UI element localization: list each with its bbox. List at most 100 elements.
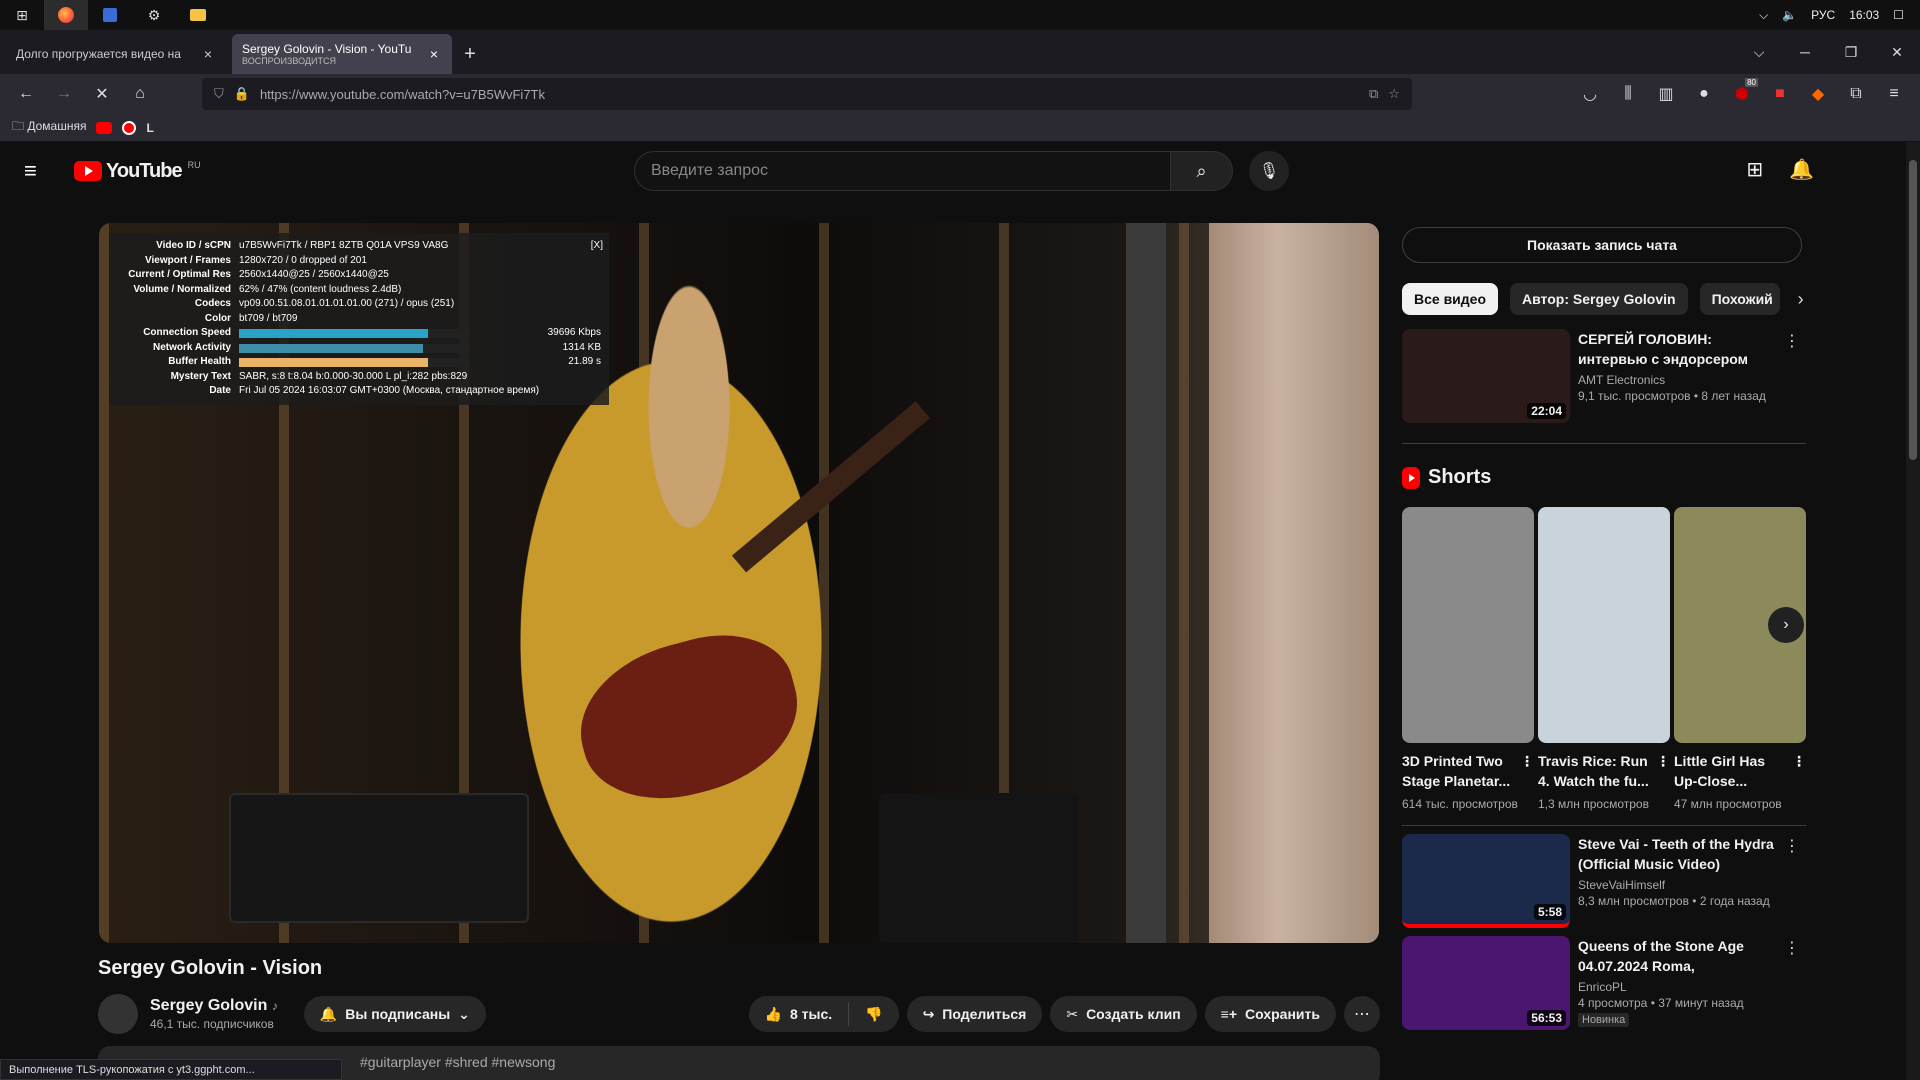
kebab-menu-icon[interactable]: ⋮ [1784, 331, 1800, 351]
kebab-menu-icon[interactable]: ⋮ [1792, 751, 1806, 771]
close-tab-icon[interactable]: × [200, 46, 216, 62]
library-icon[interactable]: ⫼ [1612, 78, 1644, 110]
microphone-icon[interactable]: 🎙 [1249, 151, 1289, 191]
clock[interactable]: 16:03 [1849, 8, 1879, 22]
chevron-up-tray-icon[interactable]: ⌵ [1759, 8, 1768, 23]
kebab-menu-icon[interactable]: ⋮ [1784, 938, 1800, 958]
notifications-icon[interactable]: ☐ [1893, 8, 1904, 22]
video-thumbnail[interactable]: 56:53 [1402, 936, 1570, 1030]
search-input[interactable]: Введите запрос [634, 151, 1171, 191]
short-item[interactable]: Little Girl Has Up-Close... ⋮ 47 млн прос… [1674, 507, 1806, 811]
forward-icon[interactable]: → [48, 78, 80, 110]
address-bar[interactable]: ⛉ 🔒 https://www.youtube.com/watch?v=u7B5… [202, 78, 1412, 110]
channel-avatar[interactable] [98, 994, 138, 1034]
windows-start-icon[interactable]: ⊞ [0, 0, 44, 30]
dislike-button[interactable]: 👎 [849, 996, 898, 1032]
clip-label: Создать клип [1086, 1006, 1181, 1022]
search-icon[interactable]: ⌕ [1171, 151, 1233, 191]
clip-button[interactable]: ✂ Создать клип [1050, 996, 1197, 1032]
video-thumbnail[interactable]: 22:04 [1402, 329, 1570, 423]
folder-icon[interactable] [176, 0, 220, 30]
video-item-title[interactable]: СЕРГЕЙ ГОЛОВИН: интервью с эндорсером AM… [1578, 329, 1778, 369]
steam-icon[interactable]: ⚙ [132, 0, 176, 30]
video-player[interactable]: [X] Video ID / sCPN u7B5WvFi7Tk / RBP1 8Z… [99, 223, 1379, 943]
kebab-menu-icon[interactable]: ⋮ [1520, 751, 1534, 771]
shorts-next-icon[interactable]: › [1768, 607, 1804, 643]
short-thumbnail[interactable] [1538, 507, 1670, 743]
close-window-icon[interactable]: ✕ [1874, 44, 1920, 61]
bookmark-youtube-icon[interactable] [96, 121, 113, 134]
video-item-title[interactable]: Steve Vai - Teeth of the Hydra (Official… [1578, 834, 1778, 874]
chip-related[interactable]: Похожий [1699, 283, 1780, 315]
show-chat-replay-button[interactable]: Показать запись чата [1402, 227, 1802, 263]
stats-value: SABR, s:8 t:8.04 b:0.000-30.000 L pl_i:2… [239, 370, 468, 382]
speaker-icon[interactable]: 🔈 [1782, 8, 1797, 22]
sidebar-icon[interactable]: ▥ [1650, 78, 1682, 110]
menu-icon[interactable]: ≡ [1878, 78, 1910, 110]
list-tabs-icon[interactable]: ⌵ [1736, 44, 1782, 61]
short-title[interactable]: Travis Rice: Run 4. Watch the fu... [1538, 753, 1649, 789]
back-icon[interactable]: ← [10, 78, 42, 110]
video-thumbnail[interactable]: 5:58 [1402, 834, 1570, 928]
chip-all-videos[interactable]: Все видео [1402, 283, 1499, 315]
save-button[interactable]: ≡+ Сохранить [1204, 996, 1336, 1032]
bookmarks-bar: 🗀 Домашняя L [0, 114, 1920, 142]
short-thumbnail[interactable] [1402, 507, 1534, 743]
close-tab-icon[interactable]: × [426, 46, 442, 62]
home-icon[interactable]: ⌂ [124, 78, 156, 110]
screenshot-extension-icon[interactable]: ■ [1764, 78, 1796, 110]
list-item[interactable]: 56:53 Queens of the Stone Age 04.07.2024… [1402, 936, 1806, 1030]
stats-close-button[interactable]: [X] [591, 239, 603, 254]
lock-icon[interactable]: 🔒 [234, 86, 250, 102]
short-item[interactable]: Travis Rice: Run 4. Watch the fu... ⋮ 1,3… [1538, 507, 1670, 811]
create-video-icon[interactable]: ⊞ [1746, 157, 1763, 182]
divider [1402, 443, 1806, 444]
chip-by-author[interactable]: Автор: Sergey Golovin [1510, 283, 1688, 315]
extensions-icon[interactable]: ⧉ [1840, 78, 1872, 110]
youtube-logo[interactable]: YouTube RU [74, 160, 201, 183]
list-item[interactable]: 22:04 СЕРГЕЙ ГОЛОВИН: интервью с эндорсе… [1402, 329, 1806, 423]
video-item-channel[interactable]: AMT Electronics [1578, 373, 1778, 387]
subscribed-button[interactable]: 🔔 Вы подписаны ⌄ [303, 996, 486, 1032]
account-icon[interactable]: ● [1688, 78, 1720, 110]
video-item-title[interactable]: Queens of the Stone Age 04.07.2024 Roma,… [1578, 936, 1778, 976]
short-title[interactable]: 3D Printed Two Stage Planetar... [1402, 753, 1510, 789]
floppy-icon[interactable] [88, 0, 132, 30]
fox-extension-icon[interactable]: ◆ [1802, 78, 1834, 110]
chevron-right-icon[interactable]: › [1798, 289, 1804, 310]
hamburger-menu-icon[interactable]: ≡ [24, 158, 48, 184]
firefox-icon[interactable] [44, 0, 88, 30]
bookmark-star-icon[interactable]: ☆ [1388, 86, 1400, 102]
bookmark-home[interactable]: 🗀 Домашняя [12, 117, 86, 138]
ublock-extension-icon[interactable]: ⬢ 80 [1726, 78, 1758, 110]
short-item[interactable]: 3D Printed Two Stage Planetar... ⋮ 614 ты… [1402, 507, 1534, 811]
like-button[interactable]: 👍 8 тыс. [749, 996, 849, 1032]
scrollbar-thumb[interactable] [1909, 160, 1917, 460]
video-item-channel[interactable]: SteveVaiHimself [1578, 878, 1778, 892]
share-button[interactable]: ↪ Поделиться [906, 996, 1043, 1032]
url-text[interactable]: https://www.youtube.com/watch?v=u7B5WvFi… [260, 87, 1359, 102]
page-scrollbar[interactable] [1906, 142, 1920, 1080]
video-item-channel[interactable]: EnricoPL [1578, 980, 1778, 994]
bookmark-youtube-music-icon[interactable] [122, 120, 137, 135]
tab-active[interactable]: Sergey Golovin - Vision - YouTu ВОСПРОИЗ… [232, 34, 452, 74]
stop-loading-icon[interactable]: ✕ [86, 78, 118, 110]
shield-icon[interactable]: ⛉ [214, 86, 224, 102]
bookmark-l[interactable]: L [146, 121, 153, 135]
tab-inactive[interactable]: Долго прогружается видео на × [6, 34, 226, 74]
list-item[interactable]: 5:58 Steve Vai - Teeth of the Hydra (Off… [1402, 834, 1806, 928]
more-actions-icon[interactable]: ⋯ [1344, 996, 1380, 1032]
translate-icon[interactable]: ⧉ [1369, 86, 1378, 102]
minimize-icon[interactable]: ─ [1782, 44, 1828, 60]
kebab-menu-icon[interactable]: ⋮ [1656, 751, 1670, 771]
video-item-meta: 8,3 млн просмотров • 2 года назад [1578, 894, 1770, 908]
kebab-menu-icon[interactable]: ⋮ [1784, 836, 1800, 856]
pocket-icon[interactable]: ◡ [1574, 78, 1606, 110]
restore-icon[interactable]: ❐ [1828, 44, 1874, 61]
language-indicator[interactable]: РУС [1811, 8, 1835, 22]
new-tab-button[interactable]: + [452, 34, 488, 74]
notifications-bell-icon[interactable]: 🔔 [1789, 157, 1814, 182]
description-tags[interactable]: #guitarplayer #shred #newsong [360, 1054, 555, 1070]
short-title[interactable]: Little Girl Has Up-Close... [1674, 753, 1765, 789]
channel-name[interactable]: Sergey Golovin ♪ [150, 997, 278, 1015]
